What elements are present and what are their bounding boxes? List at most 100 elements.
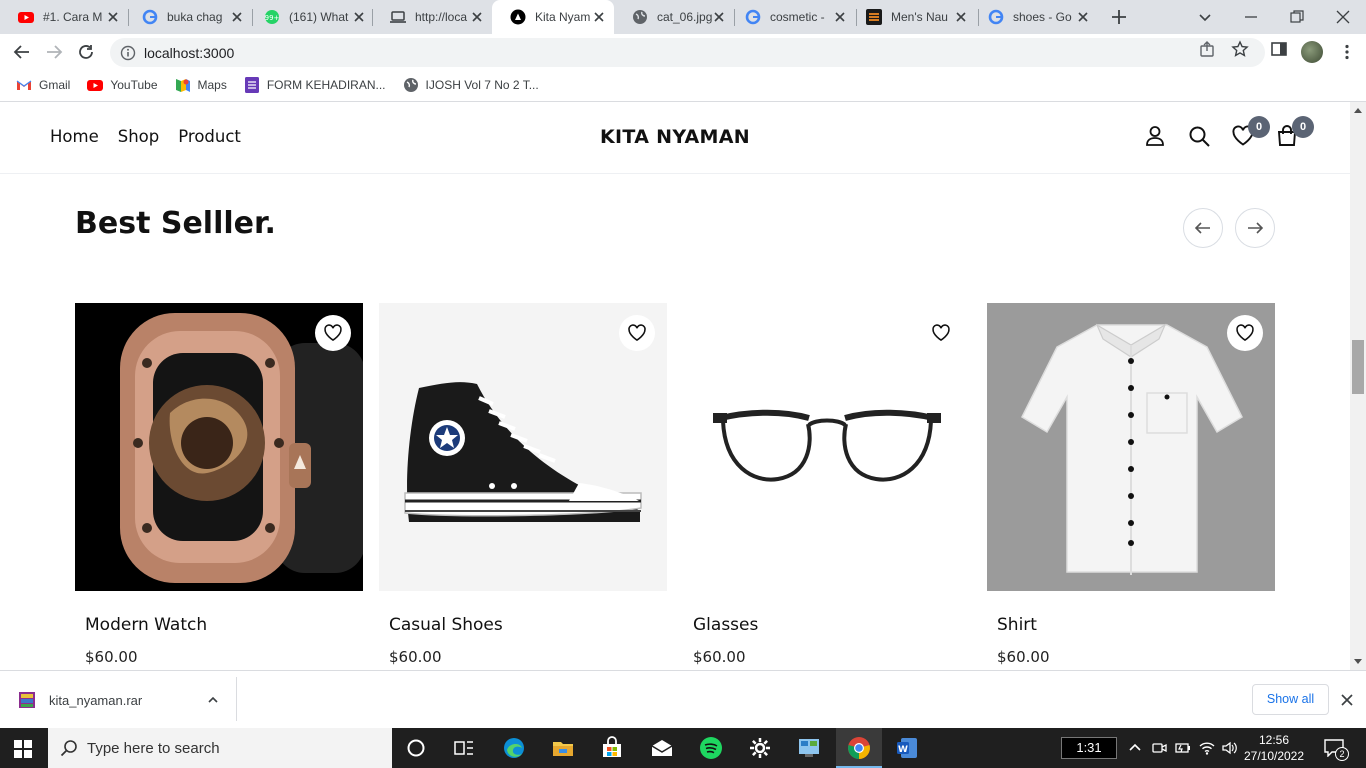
product-price: $60.00 [389,648,442,666]
microsoft-store-icon[interactable] [600,736,624,760]
browser-tab[interactable]: Men's Nau [848,0,976,34]
add-to-wishlist-button[interactable] [619,315,655,351]
side-panel-icon[interactable] [1270,40,1288,58]
reload-icon[interactable] [77,43,95,61]
google-icon [745,9,761,25]
product-image-shirt[interactable] [987,303,1275,591]
back-icon[interactable] [13,43,31,61]
product-name[interactable]: Modern Watch [75,615,363,635]
browser-tab[interactable]: http://loca [372,0,492,34]
restore-icon[interactable] [1288,8,1306,26]
browser-tab[interactable]: cat_06.jpg [614,0,734,34]
meet-now-icon[interactable] [1151,740,1167,756]
close-tab-icon[interactable] [352,10,366,24]
scroll-down-icon[interactable] [1353,658,1363,666]
product-card[interactable]: Modern Watch $60.00 [75,303,363,666]
product-name[interactable]: Glasses [683,615,971,635]
browser-tab[interactable]: shoes - Go [970,0,1098,34]
add-to-wishlist-button[interactable] [315,315,351,351]
heart-icon [324,324,342,342]
carousel-prev-button[interactable] [1183,208,1223,248]
bookmark-gmail[interactable]: Gmail [16,77,70,93]
show-all-downloads-button[interactable]: Show all [1252,684,1329,715]
bookmark-label: YouTube [110,77,158,92]
bookmark-ijosh[interactable]: IJOSH Vol 7 No 2 T... [403,77,539,93]
laptop-icon [390,11,406,23]
close-tab-icon[interactable] [833,10,847,24]
close-tab-icon[interactable] [592,10,606,24]
user-icon[interactable] [1143,124,1167,148]
google-icon [142,9,158,25]
spotify-icon[interactable] [699,736,723,760]
control-panel-icon[interactable] [797,736,821,760]
product-card[interactable]: Shirt $60.00 [987,303,1275,666]
product-image-watch[interactable] [75,303,363,591]
new-tab-icon[interactable] [1110,8,1128,26]
product-card[interactable]: Glasses $60.00 [683,303,971,666]
browser-tab[interactable]: cosmetic - [727,0,855,34]
power-battery-icon[interactable] [1175,740,1191,756]
close-window-icon[interactable] [1334,8,1352,26]
bookmark-youtube[interactable]: YouTube [87,77,158,93]
bookmark-star-icon[interactable] [1231,40,1249,58]
close-download-bar-icon[interactable] [1340,693,1354,707]
download-divider [236,677,237,721]
close-tab-icon[interactable] [106,10,120,24]
add-to-wishlist-button[interactable] [923,315,959,351]
download-item[interactable]: kita_nyaman.rar [18,691,142,709]
add-to-wishlist-button[interactable] [1227,315,1263,351]
browser-tab[interactable]: #1. Cara M [0,0,128,34]
word-icon[interactable]: W [895,736,919,760]
scrollbar-thumb[interactable] [1352,340,1364,394]
tray-chevron-up-icon[interactable] [1127,740,1143,756]
search-icon[interactable] [1187,124,1211,148]
close-tab-icon[interactable] [712,10,726,24]
download-bar: kita_nyaman.rar Show all [0,670,1366,728]
scroll-up-icon[interactable] [1353,106,1363,114]
close-tab-icon[interactable] [1076,10,1090,24]
chrome-icon[interactable] [847,736,871,760]
youtube-icon [18,12,34,23]
taskbar-clock[interactable]: 12:56 27/10/2022 [1238,732,1310,764]
profile-avatar[interactable] [1301,41,1323,63]
product-name[interactable]: Casual Shoes [379,615,667,635]
share-icon[interactable] [1199,40,1217,58]
clock-date: 27/10/2022 [1243,749,1305,763]
timer-widget[interactable]: 1:31 [1061,737,1117,759]
windows-start-icon[interactable] [14,740,32,758]
taskbar-search[interactable]: Type here to search [48,728,392,768]
browser-tab[interactable]: 99+ (161) What [246,0,374,34]
edge-icon[interactable] [502,736,526,760]
close-tab-icon[interactable] [954,10,968,24]
carousel-next-button[interactable] [1235,208,1275,248]
product-image-shoes[interactable] [379,303,667,591]
volume-icon[interactable] [1222,740,1238,756]
cortana-icon[interactable] [404,736,428,760]
search-icon [60,740,77,757]
wifi-icon[interactable] [1199,740,1215,756]
product-image-glasses[interactable] [683,303,971,591]
site-info-icon[interactable] [120,45,136,61]
bookmarks-bar: Gmail YouTube Maps FORM KEHADIRAN... IJO… [0,71,1366,98]
browser-tab-active[interactable]: Kita Nyam [492,0,614,34]
page-viewport: Home Shop Product KITA NYAMAN 0 0 Best S… [0,102,1350,670]
tab-label: buka chag [167,10,223,24]
forward-icon[interactable] [45,43,63,61]
bookmark-maps[interactable]: Maps [175,77,227,93]
menu-kebab-icon[interactable] [1338,43,1356,61]
browser-tab[interactable]: buka chag [124,0,252,34]
settings-gear-icon[interactable] [748,736,772,760]
minimize-icon[interactable] [1242,8,1260,26]
close-tab-icon[interactable] [230,10,244,24]
product-card[interactable]: Casual Shoes $60.00 [379,303,667,666]
bookmark-form-kehadiran[interactable]: FORM KEHADIRAN... [244,76,386,93]
chevron-up-icon[interactable] [206,693,220,707]
tab-search-chevron-icon[interactable] [1196,8,1214,26]
product-name[interactable]: Shirt [987,615,1275,635]
close-tab-icon[interactable] [470,10,484,24]
task-view-icon[interactable] [452,736,476,760]
file-explorer-icon[interactable] [551,736,575,760]
mail-icon[interactable] [650,736,674,760]
download-filename: kita_nyaman.rar [49,692,143,708]
address-bar[interactable]: localhost:3000 [110,38,1265,67]
